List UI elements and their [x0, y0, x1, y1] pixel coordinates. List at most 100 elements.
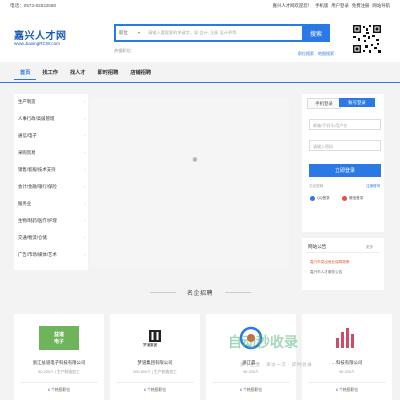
- qq-login-link[interactable]: QQ登录: [317, 196, 330, 201]
- jobs-suffix: 个热招职位: [51, 388, 71, 392]
- jobs-count: 6: [335, 388, 339, 392]
- chevron-right-icon: ›: [84, 235, 86, 240]
- category-item[interactable]: 广告/市场/媒体/艺术 ›: [18, 252, 85, 258]
- section-divider-right: [225, 292, 251, 293]
- card-divider: [308, 382, 386, 383]
- section-title: 名企招聘: [186, 291, 213, 297]
- forgot-password-link[interactable]: 忘记密码: [309, 184, 323, 189]
- register-account-link[interactable]: 注册账号: [366, 184, 380, 189]
- category-item[interactable]: 服务业 ›: [18, 201, 85, 207]
- company-jobs[interactable]: 6 个热招职位: [14, 388, 104, 393]
- company-meta: 50-200人 | 生产制造加工: [38, 370, 80, 374]
- welcome-text: 嘉兴人才网欢迎您！: [272, 3, 313, 8]
- login-panel: [302, 94, 384, 232]
- nav-home[interactable]: 首页: [14, 66, 37, 80]
- notice-divider: [306, 252, 380, 253]
- company-name: 梦道集团有限公司: [137, 360, 173, 365]
- category-item[interactable]: 生物/制药/医疗/护理 ›: [18, 218, 85, 224]
- wechat-login-link[interactable]: 微信登录: [349, 196, 363, 201]
- notice-item[interactable]: 嘉兴市突出就业保障政策: [310, 260, 350, 265]
- company-jobs[interactable]: 6 个热招职位: [302, 388, 392, 393]
- company-meta: 50-200人: [339, 370, 355, 374]
- jobs-count: 6: [47, 388, 51, 392]
- chevron-right-icon: ›: [84, 150, 86, 155]
- login-button[interactable]: 立即登录: [309, 164, 381, 177]
- notice-item[interactable]: 嘉兴市人才服务公告: [310, 270, 342, 275]
- card-divider: [212, 382, 290, 383]
- tab-account-login[interactable]: 账号登录: [339, 98, 375, 107]
- company-logo-mark: [336, 328, 354, 348]
- login-link[interactable]: 用户登录: [331, 3, 349, 9]
- card-divider: [116, 382, 194, 383]
- company-logo: 梦道集团: [135, 326, 175, 350]
- register-link[interactable]: 免费注册: [352, 3, 370, 9]
- map-search-link[interactable]: 地图搜索: [318, 51, 334, 57]
- category-item[interactable]: 人事行政/高级管理 ›: [18, 116, 85, 122]
- chevron-right-icon: ›: [84, 167, 86, 172]
- category-item[interactable]: 生产制造 ›: [18, 99, 85, 105]
- chevron-right-icon: ›: [84, 184, 86, 189]
- card-divider: [20, 382, 98, 383]
- notice-title: 网站公告: [308, 244, 327, 249]
- qq-icon: [310, 196, 315, 201]
- qr-code: [352, 24, 382, 58]
- category-item[interactable]: 采购贸易 ›: [18, 150, 85, 156]
- top-links: 嘉兴人才网欢迎您！ 手机版 用户登录 免费注册 网站导航: [273, 3, 390, 9]
- jobs-suffix: 个热招职位: [339, 388, 359, 392]
- loading-spinner-icon: ✺: [192, 157, 198, 164]
- company-logo: 益道 电子: [39, 326, 79, 350]
- nav-find-job[interactable]: 找工作: [36, 66, 64, 80]
- category-item[interactable]: 会计/金融/银行/保险 ›: [18, 184, 85, 190]
- notice-more-link[interactable]: 更多: [366, 245, 373, 250]
- site-nav-link[interactable]: 网站导航: [372, 3, 390, 9]
- search-bar: 职位 ▾ 请输入要搜索的关键字，如 会计, 注册 设计师等 搜索: [114, 24, 330, 42]
- tab-phone-login[interactable]: 手机登录: [307, 98, 341, 109]
- category-item[interactable]: 销售/客服/技术支持 ›: [18, 167, 85, 173]
- company-name: …科技有限公司: [331, 360, 363, 365]
- company-card[interactable]: 益道 电子 浙江益道电子科技有限公司 50-200人 | 生产制造加工 6 个热…: [14, 314, 104, 400]
- password-field[interactable]: 请输入密码: [309, 140, 381, 151]
- mobile-link[interactable]: 手机版: [315, 3, 328, 9]
- company-logo: [327, 326, 367, 350]
- company-name: 浙江益道电子科技有限公司: [32, 360, 86, 365]
- banner-carousel[interactable]: [91, 98, 289, 267]
- nav-divider: [0, 82, 400, 83]
- site-logo[interactable]: 嘉兴人才网: [14, 27, 67, 42]
- account-field[interactable]: 邮箱/手机号/用户名: [309, 119, 381, 130]
- category-item[interactable]: 交通/物流/仓储 ›: [18, 235, 85, 241]
- nav-instant-hiring[interactable]: 即时招聘: [92, 66, 125, 80]
- chevron-right-icon: ›: [84, 201, 86, 206]
- contact-phone: 电话：0573-82822588: [10, 3, 56, 8]
- chevron-down-icon: ▾: [138, 30, 141, 35]
- job-search-link[interactable]: 职位搜索: [298, 51, 314, 57]
- nav-find-talent[interactable]: 找人才: [64, 66, 92, 80]
- company-jobs[interactable]: 6 个热招职位: [110, 388, 200, 393]
- search-input[interactable]: 请输入要搜索的关键字，如 会计, 注册 设计师等: [148, 30, 236, 36]
- main-nav: 首页 找工作 找人才 即时招聘 店铺招聘: [14, 66, 157, 80]
- company-card[interactable]: …科技有限公司 50-200人 6 个热招职位: [302, 314, 392, 400]
- chevron-right-icon: ›: [84, 218, 86, 223]
- company-card[interactable]: 梦道集团 梦道集团有限公司 200-500人 | 生产制造加工 6 个热招职位: [110, 314, 200, 400]
- site-logo-url: www.JiaxingRCW.com: [14, 41, 60, 46]
- category-item[interactable]: 通信/电子 ›: [18, 133, 85, 139]
- jobs-suffix: 个热招职位: [147, 388, 167, 392]
- watermark-text: 自动秒收录: [228, 334, 298, 350]
- watermark-subtext: 源于主流 · 来访一次 · 即时收录: [240, 362, 313, 367]
- company-card[interactable]: 浙江晨… 50-200人 6 个热招职位: [206, 314, 296, 400]
- search-type-select[interactable]: 职位: [119, 30, 128, 36]
- category-menu: 生产制造 › 人事行政/高级管理 › 通信/电子 › 采购贸易 › 销售/客服/技术支持…: [14, 94, 88, 270]
- company-meta: 200-500人 | 生产制造加工: [133, 370, 177, 374]
- chevron-right-icon: ›: [84, 133, 86, 138]
- chevron-right-icon: ›: [84, 116, 86, 121]
- nav-shop-hiring[interactable]: 店铺招聘: [124, 66, 157, 80]
- hot-search-label: 热搜职位：: [114, 48, 135, 53]
- search-button[interactable]: 搜索: [302, 24, 330, 42]
- chevron-right-icon: ›: [84, 252, 86, 257]
- company-logo-text: 梦道集团: [143, 343, 158, 347]
- jobs-count: 6: [143, 388, 147, 392]
- wechat-icon: [342, 196, 347, 201]
- company-jobs[interactable]: 6 个热招职位: [206, 388, 296, 393]
- jobs-count: 6: [239, 388, 243, 392]
- jobs-suffix: 个热招职位: [243, 388, 263, 392]
- company-meta: 50-200人: [243, 370, 259, 374]
